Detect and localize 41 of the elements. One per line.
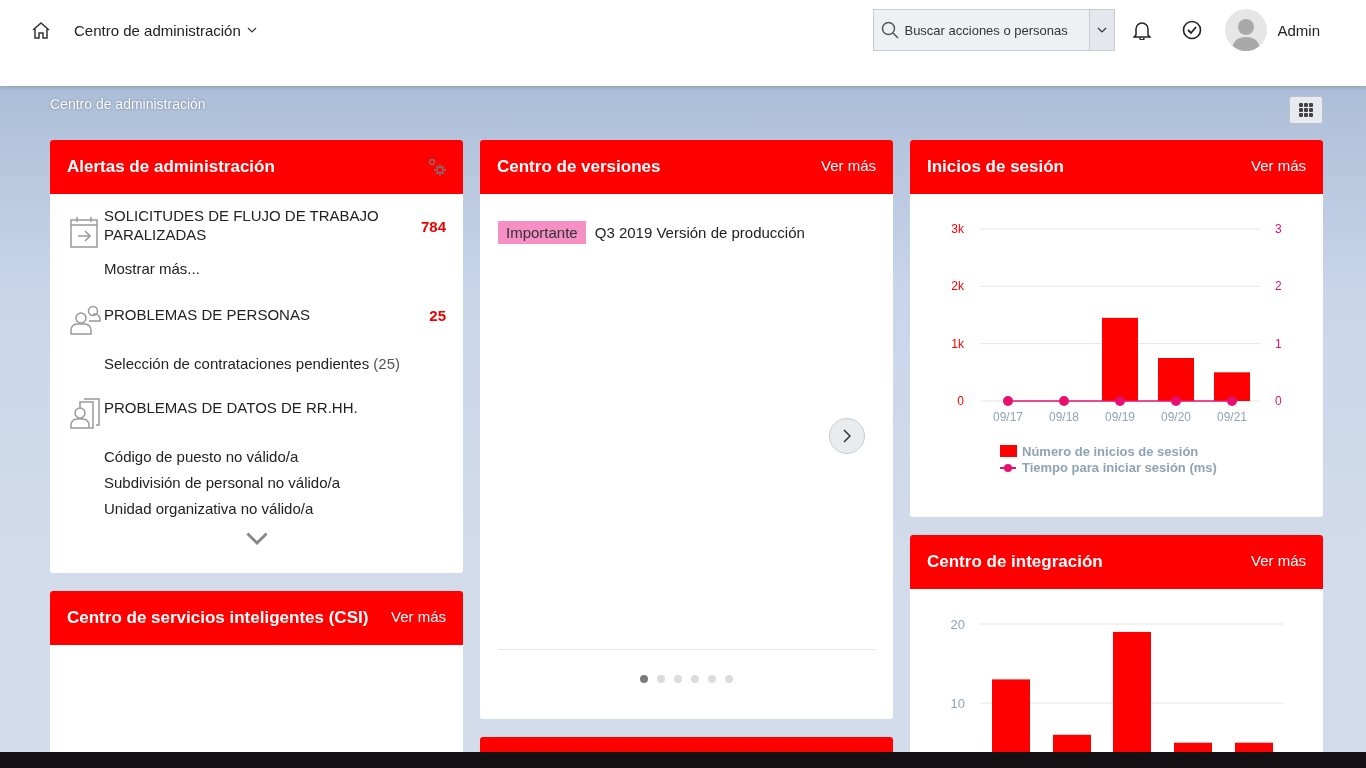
alert-item[interactable]: Unidad organizativa no válido/a [104,500,446,517]
card-title: Centro de integración [927,552,1103,572]
axis-tick-label: 0 [1275,394,1282,408]
see-more-link[interactable]: Ver más [820,157,876,174]
axis-tick-label: 3k [951,222,964,236]
card-title: Alertas de administración [67,157,275,177]
see-more-link[interactable]: Ver más [1250,157,1306,174]
axis-tick-label: 20 [950,617,965,632]
legend-label: Tiempo para iniciar sesión (ms) [1022,460,1217,475]
axis-tick-label: 2k [951,279,964,294]
alert-group-title: PROBLEMAS DE DATOS DE RR.HH. [104,398,359,418]
alert-item[interactable]: Selección de contrataciones pendientes (25) [104,355,446,372]
app-title-menu[interactable]: Centro de administración [74,21,257,39]
axis-tick-label: 09/18 [1049,410,1079,424]
tag: Importante [498,221,586,244]
axis-tick-label: 09/20 [1161,410,1191,424]
alert-item[interactable]: Código de puesto no válido/a [104,448,446,465]
legend-label: Número de inicios de sesión [1022,444,1199,459]
card-title: Centro de versiones [497,157,661,177]
axis-tick-label: 2 [1275,279,1282,294]
see-more-link[interactable]: Ver más [390,608,446,625]
axis-tick-label: 09/19 [1105,410,1135,424]
alert-item[interactable]: Subdivisión de personal no válido/a [104,474,446,491]
axis-tick-label: 1k [951,336,964,351]
release-title[interactable]: Q3 2019 Versión de producción [594,224,805,241]
axis-tick-label: 09/21 [1217,410,1247,424]
axis-tick-label: 09/17 [993,410,1023,424]
see-more-link[interactable]: Ver más [1250,552,1306,569]
search-field[interactable]: Buscar acciones o personas [873,9,1090,51]
alert-count: 25 [429,306,446,326]
alert-item[interactable]: Mostrar más... [104,260,446,277]
axis-tick-label: 0 [957,394,964,408]
alert-group-title: PROBLEMAS DE PERSONAS [104,305,311,325]
alert-group-title: SOLICITUDES DE FLUJO DE TRABAJO PARALIZADAS [104,206,380,245]
user-name[interactable]: Admin [1277,21,1320,39]
card-title: Inicios de sesión [927,157,1064,177]
card-title: Centro de servicios inteligentes (CSI) [67,608,369,628]
alert-count: 784 [420,217,446,237]
axis-tick-label: 10 [950,696,965,712]
axis-tick-label: 1 [1275,336,1282,351]
axis-tick-label: 3 [1275,222,1282,236]
